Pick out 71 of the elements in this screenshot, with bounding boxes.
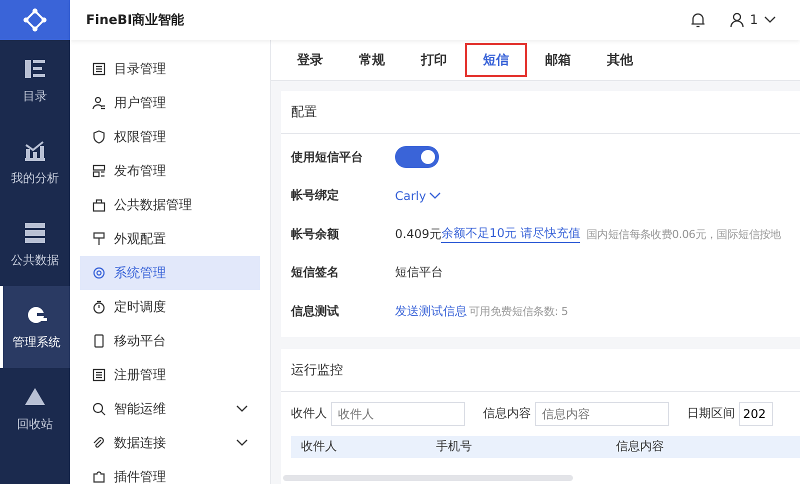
- scrollbar[interactable]: [283, 475, 573, 481]
- field-label: 使用短信平台: [291, 148, 364, 166]
- menu-item[interactable]: 发布管理: [80, 154, 260, 188]
- gear-icon: [92, 266, 106, 280]
- filter-input[interactable]: 信息内容: [535, 402, 669, 426]
- section-title: 配置: [281, 91, 800, 134]
- triangle-icon: [24, 386, 46, 408]
- shield-icon: [92, 130, 106, 144]
- menu-item[interactable]: 外观配置: [80, 222, 260, 256]
- settings-tab[interactable]: 短信: [465, 43, 527, 77]
- field-label: 信息测试: [291, 302, 340, 320]
- menu-item[interactable]: 数据连接: [80, 426, 260, 460]
- list-icon: [24, 58, 46, 80]
- menu-item[interactable]: 目录管理: [80, 52, 260, 86]
- balance-value: 0.409元: [395, 226, 442, 243]
- user-menu[interactable]: 1: [730, 12, 776, 28]
- column-header: 手机号: [436, 438, 473, 455]
- phone-icon: [92, 334, 106, 348]
- paperclip-icon: [92, 436, 106, 450]
- settings-tab[interactable]: 邮箱: [527, 43, 589, 77]
- document-icon: [92, 62, 106, 76]
- field-label: 帐号余额: [291, 226, 340, 243]
- column-header: 收件人: [301, 438, 338, 455]
- toggle-switch[interactable]: [395, 146, 439, 168]
- rail-nav-item[interactable]: 我的分析: [0, 122, 70, 204]
- filter-label: 日期区间: [687, 405, 735, 422]
- field-label: 短信签名: [291, 264, 340, 282]
- filter-label: 信息内容: [483, 405, 531, 422]
- settings-tab[interactable]: 常规: [341, 43, 403, 77]
- send-test-link[interactable]: 发送测试信息: [395, 302, 467, 320]
- menu-item[interactable]: 用户管理: [80, 86, 260, 120]
- chevron-icon: [429, 192, 442, 200]
- menu-item[interactable]: 定时调度: [80, 290, 260, 324]
- rail-nav-item[interactable]: 公共数据: [0, 204, 70, 286]
- recharge-link[interactable]: 余额不足10元 请尽快充值: [441, 225, 580, 244]
- filter-input[interactable]: 收件人: [331, 402, 465, 426]
- user-icon: [730, 12, 744, 28]
- document-icon: [92, 368, 106, 382]
- user-icon: [92, 96, 106, 110]
- settings-tab[interactable]: 登录: [279, 43, 341, 77]
- bag-icon: [92, 198, 106, 212]
- settings-tab[interactable]: 打印: [403, 43, 465, 77]
- settings-tab[interactable]: 其他: [589, 43, 651, 77]
- menu-item[interactable]: 权限管理: [80, 120, 260, 154]
- stack-icon: [24, 222, 46, 244]
- timer-icon: [92, 300, 106, 314]
- logo-icon: [0, 0, 70, 40]
- app-title: FineBI商业智能: [86, 12, 184, 29]
- filter-label: 收件人: [291, 405, 327, 422]
- menu-item[interactable]: 插件管理: [80, 460, 260, 484]
- menu-item[interactable]: 智能运维: [80, 392, 260, 426]
- menu-item[interactable]: 公共数据管理: [80, 188, 260, 222]
- column-header: 信息内容: [616, 438, 664, 455]
- brush-icon: [92, 232, 106, 246]
- signature-value: 短信平台: [395, 264, 443, 282]
- bar-chart-icon: [24, 140, 46, 162]
- chevron-icon: [764, 16, 776, 24]
- free-count-note: 可用免费短信条数: 5: [469, 304, 568, 319]
- rail-nav-item[interactable]: 管理系统: [0, 286, 70, 368]
- document-icon: [92, 164, 106, 178]
- menu-item[interactable]: 移动平台: [80, 324, 260, 358]
- rail-nav-item[interactable]: 目录: [0, 40, 70, 122]
- section-title: 运行监控: [281, 348, 800, 392]
- field-label: 帐号绑定: [291, 187, 340, 204]
- menu-item[interactable]: 注册管理: [80, 358, 260, 392]
- filter-input[interactable]: 202: [739, 402, 773, 426]
- bell-icon[interactable]: [690, 12, 706, 28]
- account-dropdown[interactable]: Carly: [395, 188, 442, 203]
- rail-nav-item[interactable]: 回收站: [0, 368, 70, 450]
- fee-note: 国内短信每条收费0.06元，国际短信按地: [586, 226, 781, 242]
- menu-item[interactable]: 系统管理: [80, 256, 260, 290]
